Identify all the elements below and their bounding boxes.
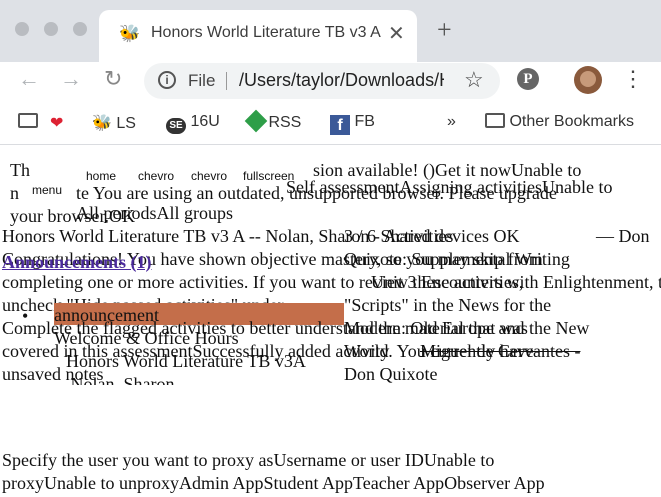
self-assessment-text: Self assessmentAssigning activitiesUnabl… — [286, 177, 613, 197]
zoom-window-icon[interactable] — [73, 22, 87, 36]
bookmarks-bar: ❤ 🐝 LS SE 16U RSS f FB » Other Bookmarks — [0, 102, 661, 145]
forward-arrow-icon[interactable]: → — [60, 66, 82, 92]
shared-devices-button[interactable]: 3 / 6 Shared devices OK — [344, 225, 519, 247]
reload-icon[interactable]: ↻ — [104, 66, 122, 92]
banner-text: n — [10, 183, 19, 203]
activity-title[interactable]: Quixote: Supplemental Writing — [344, 248, 570, 270]
teacher-name: -- Nolan, Sharon — [54, 374, 175, 385]
bookmark-label: RSS — [268, 114, 302, 131]
address-bar[interactable]: i File /Users/taylor/Downloads/Honors Wo… — [144, 63, 500, 99]
bookmark-folder[interactable] — [18, 113, 38, 131]
facebook-icon: f — [330, 115, 350, 135]
banner-text: Th — [10, 160, 30, 180]
minimize-window-icon[interactable] — [44, 22, 58, 36]
info-icon[interactable]: i — [158, 71, 176, 89]
se-icon: SE — [166, 118, 186, 134]
announcements-link[interactable]: Announcements (1) — [2, 251, 152, 273]
bee-icon: 🐝 — [92, 115, 112, 132]
browser-tab[interactable]: 🐝 Honors World Literature TB v3 A -- Nol… — [99, 10, 417, 62]
bookmark-label: LS — [116, 115, 136, 132]
browser-toolbar: ← → ↻ i File /Users/taylor/Downloads/Hon… — [0, 62, 661, 102]
activity-title: — Don — [596, 226, 650, 246]
bookmark-16u[interactable]: SE 16U — [166, 113, 220, 134]
close-window-icon[interactable] — [15, 22, 29, 36]
other-bookmarks-label: Other Bookmarks — [509, 113, 634, 130]
bookmark-ls[interactable]: 🐝 LS — [92, 113, 136, 133]
back-arrow-icon[interactable]: ← — [18, 66, 40, 92]
period-filter[interactable]: All periodsAll groups — [76, 202, 233, 224]
url-scheme: File — [188, 71, 216, 90]
activity-title: World — [344, 341, 389, 361]
pinterest-icon[interactable]: P — [517, 68, 539, 90]
bookmark-label: 16U — [190, 113, 220, 130]
activity-title[interactable]: Miguel de Cervantes - — [420, 340, 580, 362]
bookmark-label: FB — [354, 113, 375, 130]
activity-title[interactable]: Unit 3 Encounters with Enlightenment, th… — [371, 271, 661, 293]
bee-icon: 🐝 — [119, 24, 141, 43]
activity-title: "Scripts" in the News for the — [344, 295, 552, 315]
proxy-instructions: Specify the user you want to proxy asUse… — [2, 450, 495, 470]
page-content: Th home chevro chevro fullscreen sion av… — [0, 145, 661, 497]
tab-strip: 🐝 Honors World Literature TB v3 A -- Nol… — [0, 0, 661, 62]
proxy-app-links[interactable]: proxyUnable to unproxyAdmin AppStudent A… — [2, 472, 545, 494]
menu-button[interactable]: menu — [32, 179, 62, 201]
folder-icon — [485, 113, 505, 128]
bookmark-heart[interactable]: ❤ — [50, 113, 63, 133]
tab-title: Honors World Literature TB v3 A -- Nolan — [151, 24, 381, 41]
address-divider — [226, 72, 227, 90]
new-tab-button[interactable]: + — [437, 17, 452, 43]
url-text[interactable]: /Users/taylor/Downloads/Honors World Lit… — [239, 70, 444, 91]
rss-icon — [244, 109, 268, 133]
heart-icon: ❤ — [50, 115, 64, 132]
profile-avatar[interactable] — [574, 66, 602, 94]
bookmark-fb[interactable]: f FB — [330, 113, 375, 135]
activity-title[interactable]: Don Quixote — [344, 363, 438, 385]
bookmark-star-icon[interactable]: ☆ — [464, 67, 484, 93]
close-tab-icon[interactable]: ✕ — [388, 21, 405, 46]
bookmarks-overflow-button[interactable]: » — [447, 113, 456, 131]
kebab-menu-icon[interactable]: ⋮ — [622, 66, 644, 92]
bookmark-rss[interactable]: RSS — [244, 109, 302, 133]
folder-icon — [18, 113, 38, 128]
other-bookmarks[interactable]: Other Bookmarks — [485, 113, 634, 131]
